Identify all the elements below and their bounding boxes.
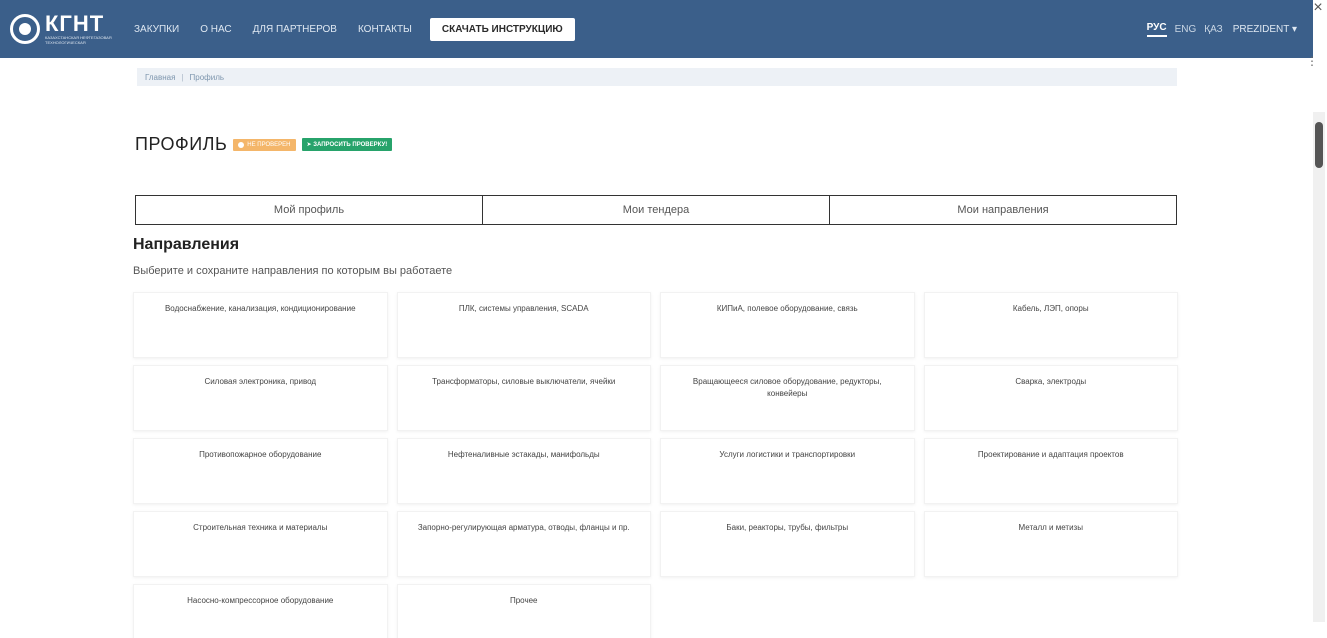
direction-card[interactable]: Силовая электроника, привод	[133, 365, 388, 431]
send-icon: ➤	[306, 142, 314, 148]
breadcrumb-separator: |	[181, 72, 184, 82]
direction-card[interactable]: ПЛК, системы управления, SCADA	[396, 292, 651, 358]
page-title: ПРОФИЛЬ	[135, 134, 228, 154]
direction-card[interactable]: КИПиА, полевое оборудование, связь	[660, 292, 915, 358]
nav-right: РУС ENG ҚАЗ PREZIDENT ▾	[1139, 0, 1297, 58]
request-verification-label: ЗАПРОСИТЬ ПРОВЕРКУ!	[313, 141, 388, 148]
logo-title: КГНТ	[45, 11, 105, 36]
directions-title: Направления	[133, 236, 240, 253]
direction-card[interactable]: Вращающееся силовое оборудование, редукт…	[660, 365, 915, 431]
logo[interactable]: КГНТ КАЗАХСТАНСКАЯ НЕФТЕГАЗОВАЯ ТЕХНОЛОГ…	[10, 9, 122, 49]
lang-kz[interactable]: ҚАЗ	[1204, 24, 1222, 35]
top-navbar: КГНТ КАЗАХСТАНСКАЯ НЕФТЕГАЗОВАЯ ТЕХНОЛОГ…	[0, 0, 1313, 58]
direction-card[interactable]: Баки, реакторы, трубы, фильтры	[660, 511, 915, 577]
user-name: PREZIDENT	[1232, 23, 1290, 35]
close-icon[interactable]: ×	[1311, 0, 1325, 20]
tab-my-tenders[interactable]: Мои тендера	[483, 196, 830, 224]
info-icon	[238, 141, 245, 148]
scrollbar-thumb[interactable]	[1315, 122, 1323, 168]
direction-card[interactable]: Запорно-регулирующая арматура, отводы, ф…	[396, 511, 651, 577]
directions-subtitle: Выберите и сохраните направления по кото…	[133, 265, 453, 277]
lang-ru[interactable]: РУС	[1146, 22, 1167, 37]
nav-link-about[interactable]: О НАС	[200, 24, 231, 35]
main-nav: ЗАКУПКИ О НАС ДЛЯ ПАРТНЕРОВ КОНТАКТЫ СКА…	[134, 17, 575, 41]
lang-en[interactable]: ENG	[1175, 24, 1197, 35]
direction-card[interactable]: Противопожарное оборудование	[133, 438, 388, 504]
direction-card[interactable]: Строительная техника и материалы	[133, 511, 388, 577]
direction-card[interactable]: Прочее	[396, 584, 651, 638]
request-verification-button[interactable]: ➤ ЗАПРОСИТЬ ПРОВЕРКУ!	[301, 138, 393, 151]
tab-my-directions[interactable]: Мои направления	[830, 196, 1176, 224]
status-badge: НЕ ПРОВЕРЕН	[233, 138, 296, 151]
breadcrumb-current: Профиль	[189, 72, 225, 82]
direction-card[interactable]: Сварка, электроды	[923, 365, 1178, 431]
direction-card[interactable]: Трансформаторы, силовые выключатели, яче…	[396, 365, 651, 431]
page-title-row: ПРОФИЛЬ НЕ ПРОВЕРЕН ➤ ЗАПРОСИТЬ ПРОВЕРКУ…	[135, 134, 393, 155]
nav-link-purchases[interactable]: ЗАКУПКИ	[134, 24, 179, 35]
caret-down-icon: ▾	[1291, 23, 1297, 35]
direction-card[interactable]: Металл и метизы	[923, 511, 1178, 577]
breadcrumb-home[interactable]: Главная	[145, 73, 175, 82]
nav-link-partners[interactable]: ДЛЯ ПАРТНЕРОВ	[253, 24, 337, 35]
logo-subtitle: КАЗАХСТАНСКАЯ НЕФТЕГАЗОВАЯ ТЕХНОЛОГИЧЕСК…	[45, 35, 112, 45]
scrollbar-track[interactable]	[1313, 112, 1325, 622]
direction-card[interactable]: Проектирование и адаптация проектов	[923, 438, 1178, 504]
logo-icon	[10, 14, 40, 44]
status-badge-label: НЕ ПРОВЕРЕН	[247, 141, 291, 148]
directions-grid: Водоснабжение, канализация, кондициониро…	[133, 292, 1178, 638]
profile-tabs: Мой профиль Мои тендера Мои направления	[135, 195, 1177, 225]
direction-card[interactable]: Водоснабжение, канализация, кондициониро…	[133, 292, 388, 358]
breadcrumb: Главная | Профиль	[137, 68, 1177, 86]
user-menu[interactable]: PREZIDENT ▾	[1233, 24, 1297, 35]
direction-card[interactable]: Насосно-компрессорное оборудование	[133, 584, 388, 638]
direction-card[interactable]: Услуги логистики и транспортировки	[660, 438, 915, 504]
more-options-icon[interactable]: ⋮	[1306, 55, 1318, 67]
nav-link-contacts[interactable]: КОНТАКТЫ	[358, 24, 412, 35]
download-instructions-button[interactable]: СКАЧАТЬ ИНСТРУКЦИЮ	[429, 17, 575, 41]
direction-card[interactable]: Кабель, ЛЭП, опоры	[923, 292, 1178, 358]
tab-my-profile[interactable]: Мой профиль	[136, 196, 483, 224]
direction-card[interactable]: Нефтеналивные эстакады, манифольды	[396, 438, 651, 504]
